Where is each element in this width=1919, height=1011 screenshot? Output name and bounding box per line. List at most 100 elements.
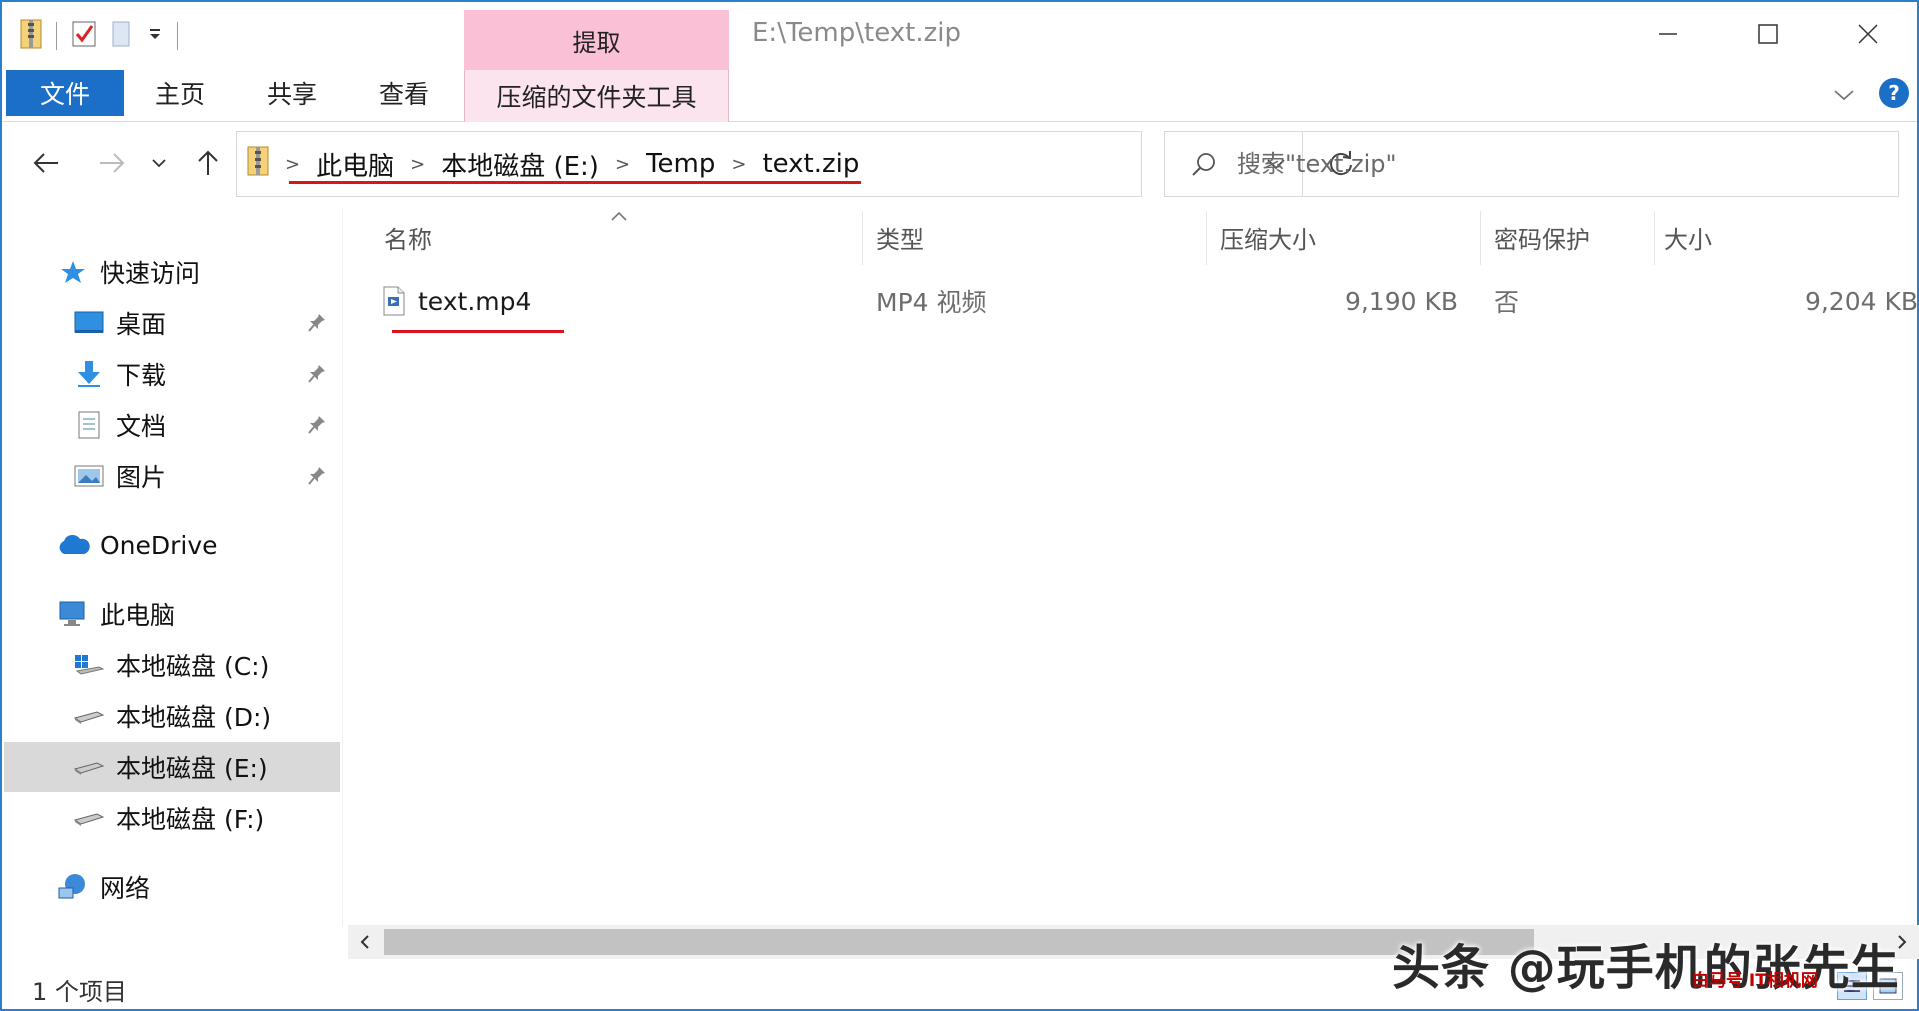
nav-network-label: 网络: [100, 874, 151, 903]
nav-this-pc-label: 此电脑: [100, 601, 176, 630]
file-explorer-window: 提取 E:\Temp\text.zip 文件 主页 共享 查看 压缩的文件夹工具…: [0, 0, 1919, 1011]
quick-access-toolbar: [20, 16, 178, 56]
close-button[interactable]: [1818, 2, 1918, 66]
pin-icon[interactable]: [304, 361, 330, 387]
watermark-badge: 白马号 IT相机网: [1692, 971, 1818, 991]
chevron-down-icon: [152, 159, 166, 168]
address-bar[interactable]: > 此电脑 > 本地磁盘 (E:) > Temp > text.zip: [236, 131, 1352, 197]
drive-icon: [72, 750, 106, 784]
nav-onedrive[interactable]: OneDrive: [4, 520, 340, 570]
help-button[interactable]: ?: [1879, 78, 1909, 108]
file-name-cell: text.mp4: [382, 275, 602, 327]
column-header-size[interactable]: 大小: [1664, 207, 1864, 267]
nav-item-label: 图片: [116, 463, 167, 492]
file-compressed-size: 9,190 KB: [1344, 286, 1458, 316]
cloud-icon: [56, 528, 90, 562]
forward-arrow-icon: [100, 153, 125, 173]
zip-folder-icon: [247, 146, 269, 183]
video-file-icon: [382, 286, 406, 316]
file-name: text.mp4: [418, 286, 532, 316]
toolbar-divider: [56, 22, 57, 50]
star-icon: [56, 255, 90, 289]
properties-icon[interactable]: [71, 20, 97, 52]
nav-network[interactable]: 网络: [4, 862, 340, 912]
nav-drive-c[interactable]: 本地磁盘 (C:): [4, 640, 340, 690]
nav-drive-e[interactable]: 本地磁盘 (E:): [4, 742, 340, 792]
column-divider[interactable]: [1654, 211, 1655, 265]
tab-view[interactable]: 查看: [358, 70, 450, 116]
breadcrumb: > 此电脑 > 本地磁盘 (E:) > Temp > text.zip: [247, 132, 859, 196]
nav-drive-label: 本地磁盘 (E:): [116, 754, 268, 783]
minimize-icon: [1659, 33, 1677, 35]
table-row[interactable]: text.mp4 MP4 视频 9,190 KB 否 9,204 KB: [382, 275, 1919, 327]
column-header-compressed-size[interactable]: 压缩大小: [1220, 207, 1450, 267]
breadcrumb-this-pc[interactable]: 此电脑: [316, 146, 394, 183]
breadcrumb-separator-icon[interactable]: >: [404, 154, 431, 175]
pin-icon[interactable]: [304, 310, 330, 336]
breadcrumb-text-zip[interactable]: text.zip: [762, 149, 859, 179]
desktop-icon: [72, 306, 106, 340]
watermark-text: 头条 @玩手机的张先生: [1392, 940, 1900, 996]
forward-button[interactable]: [92, 143, 132, 183]
up-arrow-icon: [198, 150, 218, 175]
up-button[interactable]: [188, 143, 228, 183]
breadcrumb-separator-icon[interactable]: >: [725, 154, 752, 175]
breadcrumb-drive-e[interactable]: 本地磁盘 (E:): [441, 146, 599, 183]
breadcrumb-temp[interactable]: Temp: [646, 149, 715, 179]
nav-quick-access[interactable]: 快速访问: [4, 247, 340, 297]
column-divider[interactable]: [1206, 211, 1207, 265]
nav-drive-label: 本地磁盘 (F:): [116, 805, 265, 834]
title-bar: 提取 E:\Temp\text.zip: [2, 2, 1917, 70]
pin-icon[interactable]: [304, 412, 330, 438]
file-size: 9,204 KB: [1804, 286, 1918, 316]
item-count: 1 个项目: [32, 978, 127, 1006]
nav-item-desktop[interactable]: 桌面: [4, 298, 340, 348]
window-title: E:\Temp\text.zip: [752, 18, 961, 48]
back-button[interactable]: [26, 143, 66, 183]
file-password-protected: 否: [1494, 288, 1520, 317]
scrollbar-thumb[interactable]: [384, 929, 1534, 955]
nav-item-downloads[interactable]: 下载: [4, 349, 340, 399]
ribbon-expand-button[interactable]: [1829, 80, 1859, 110]
nav-drive-d[interactable]: 本地磁盘 (D:): [4, 691, 340, 741]
minimize-button[interactable]: [1618, 2, 1718, 66]
tab-home[interactable]: 主页: [134, 70, 226, 116]
nav-drive-label: 本地磁盘 (D:): [116, 703, 272, 732]
column-divider[interactable]: [1480, 211, 1481, 265]
column-divider[interactable]: [862, 211, 863, 265]
breadcrumb-separator-icon[interactable]: >: [279, 154, 306, 175]
search-input[interactable]: [1237, 150, 1797, 178]
column-header-type[interactable]: 类型: [876, 207, 1176, 267]
file-list: 名称 类型 压缩大小 密码保护 大小 text.mp4 MP4 视频 9,190…: [344, 207, 1919, 927]
nav-item-label: 桌面: [116, 310, 167, 339]
navigation-pane: 快速访问 桌面 下载 文档 图片 OneDrive 此电脑 本地磁盘 (C:) …: [4, 207, 340, 952]
annotation-underline: [289, 181, 861, 184]
scroll-left-button[interactable]: [348, 925, 382, 959]
close-icon: [1858, 24, 1878, 44]
pin-icon[interactable]: [304, 463, 330, 489]
file-type: MP4 视频: [876, 288, 987, 317]
nav-item-pictures[interactable]: 图片: [4, 451, 340, 501]
recent-locations-button[interactable]: [144, 143, 174, 183]
breadcrumb-separator-icon[interactable]: >: [609, 154, 636, 175]
search-box[interactable]: [1164, 131, 1899, 197]
search-icon: [1192, 153, 1215, 176]
zip-folder-icon[interactable]: [20, 19, 42, 53]
pane-divider[interactable]: [342, 207, 343, 927]
nav-item-label: 下载: [116, 361, 167, 390]
nav-this-pc[interactable]: 此电脑: [4, 589, 340, 639]
nav-drive-f[interactable]: 本地磁盘 (F:): [4, 793, 340, 843]
tab-share[interactable]: 共享: [246, 70, 338, 116]
nav-onedrive-label: OneDrive: [100, 530, 218, 560]
customize-toolbar-icon[interactable]: [147, 26, 163, 46]
column-header-name[interactable]: 名称: [384, 207, 684, 267]
column-header-password[interactable]: 密码保护: [1494, 207, 1654, 267]
tab-compressed-folder-tools[interactable]: 压缩的文件夹工具: [464, 70, 729, 122]
maximize-button[interactable]: [1718, 2, 1818, 66]
help-icon: ?: [1888, 81, 1900, 105]
nav-drive-label: 本地磁盘 (C:): [116, 652, 270, 681]
drive-icon: [72, 801, 106, 835]
nav-item-documents[interactable]: 文档: [4, 400, 340, 450]
tab-file[interactable]: 文件: [6, 70, 124, 116]
new-folder-icon[interactable]: [111, 20, 133, 52]
